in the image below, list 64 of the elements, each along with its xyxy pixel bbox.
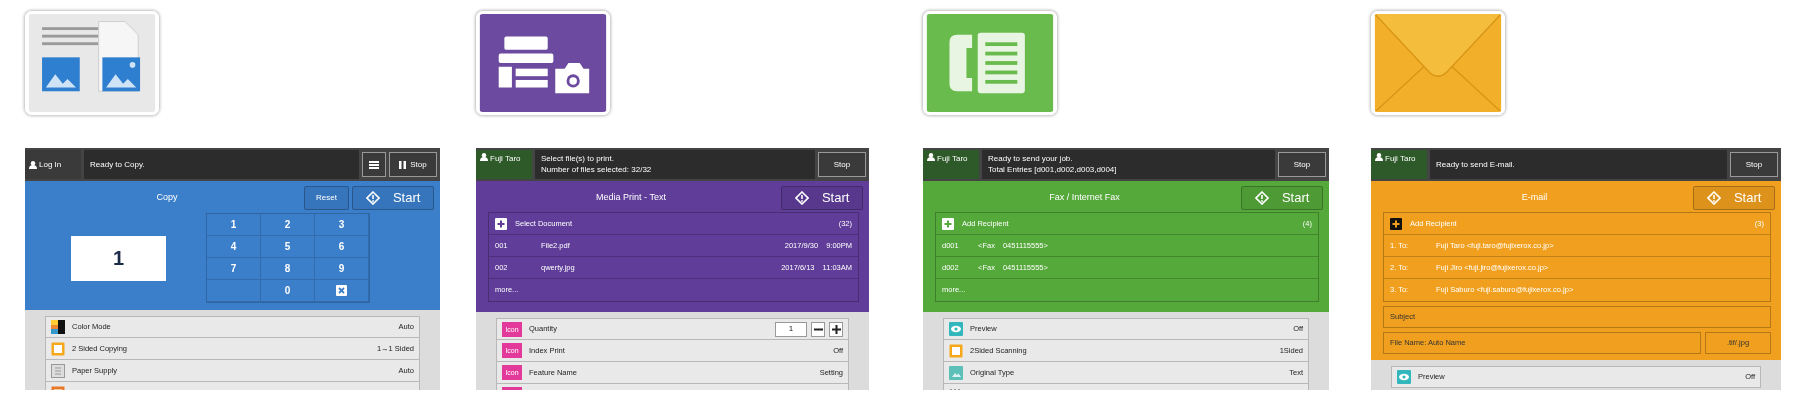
- screen-title: E-mail: [1520, 191, 1549, 205]
- status-text: Select file(s) to print.: [541, 155, 615, 163]
- clear-key[interactable]: [315, 280, 369, 302]
- keypad-key[interactable]: 8: [261, 258, 315, 280]
- plus-icon: [942, 217, 954, 230]
- eye-icon: [1397, 370, 1411, 384]
- screen-title: Copy: [155, 191, 179, 205]
- menu-icon: [369, 160, 379, 169]
- start-icon: [794, 191, 809, 205]
- stop-button[interactable]: Stop: [1278, 152, 1326, 177]
- user-button[interactable]: Log In: [25, 150, 81, 179]
- status-text: Ready to send E-mail.: [1436, 160, 1516, 169]
- person-icon: [29, 160, 37, 169]
- stop-button[interactable]: Stop: [1730, 152, 1778, 177]
- page-icon: [51, 341, 65, 356]
- start-icon: [1706, 191, 1721, 205]
- start-button[interactable]: Start: [352, 186, 434, 210]
- phone-document-icon[interactable]: [923, 11, 1057, 115]
- person-icon: [480, 153, 488, 161]
- status-text: Number of files selected: 32/32: [541, 166, 653, 174]
- person-icon: [1375, 153, 1383, 161]
- clear-icon: [336, 285, 347, 296]
- keypad-key[interactable]: 5: [261, 236, 315, 258]
- keypad-key[interactable]: 6: [315, 236, 369, 258]
- image-icon: [949, 365, 963, 380]
- quantity-field[interactable]: 1: [775, 321, 807, 337]
- user-button[interactable]: Fuji Taro: [476, 150, 532, 179]
- status-text: Ready to send your job.: [988, 155, 1074, 163]
- printer-camera-icon[interactable]: [476, 11, 610, 115]
- pause-icon: [399, 160, 407, 169]
- paper-tray-icon: [51, 363, 65, 378]
- screen-title: Media Print - Text: [595, 191, 667, 205]
- decrease-button[interactable]: [811, 321, 825, 337]
- keypad-key[interactable]: 2: [261, 214, 315, 236]
- plus-icon: [831, 324, 841, 334]
- screen-title: Fax / Internet Fax: [1048, 191, 1121, 205]
- start-icon: [365, 191, 380, 205]
- eye-icon: [949, 322, 963, 336]
- menu-button[interactable]: [362, 152, 386, 177]
- keypad-key[interactable]: 7: [207, 258, 261, 280]
- quantity-display: 1: [71, 235, 166, 281]
- keypad-key[interactable]: 4: [207, 236, 261, 258]
- keypad-key[interactable]: 0: [261, 280, 315, 302]
- person-icon: [927, 153, 935, 161]
- stop-button[interactable]: Stop: [389, 152, 437, 177]
- start-button[interactable]: Start: [1241, 186, 1323, 210]
- keypad-key[interactable]: 1: [207, 214, 261, 236]
- reset-button[interactable]: Reset: [304, 186, 349, 210]
- status-text: Total Entries [d001,d002,d003,d004]: [988, 166, 1118, 174]
- envelope-icon[interactable]: [1371, 11, 1505, 115]
- keypad-key[interactable]: 9: [315, 258, 369, 280]
- start-icon: [1254, 191, 1269, 205]
- increase-button[interactable]: [829, 321, 843, 337]
- user-button[interactable]: Fuji Taro: [1371, 150, 1427, 179]
- color-squares-icon: [51, 320, 65, 334]
- keypad-key[interactable]: 3: [315, 214, 369, 236]
- status-text: Ready to Copy.: [90, 160, 146, 169]
- documents-icon[interactable]: [25, 11, 159, 115]
- user-button[interactable]: Fuji Taro: [923, 150, 979, 179]
- stop-button[interactable]: Stop: [818, 152, 866, 177]
- plus-icon: [495, 217, 507, 230]
- page-icon: [949, 343, 963, 358]
- plus-icon: [1390, 217, 1402, 230]
- start-button[interactable]: Start: [781, 186, 863, 210]
